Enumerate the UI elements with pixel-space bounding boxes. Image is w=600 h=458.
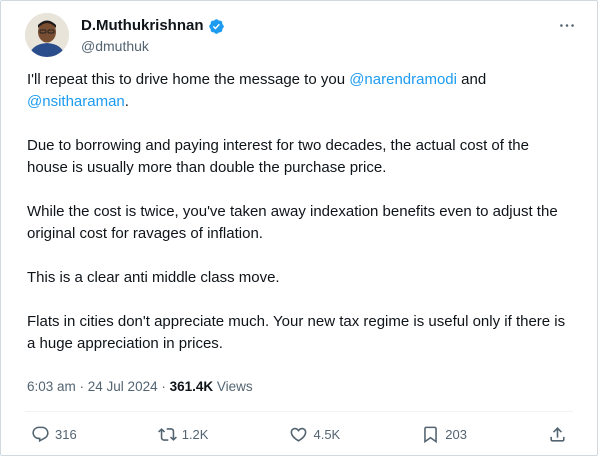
tweet-header: D.Muthukrishnan @dmuthuk [25,13,577,59]
like-count: 4.5K [313,426,341,442]
avatar[interactable] [25,13,69,57]
more-options-icon[interactable] [557,15,577,35]
share-icon [550,426,565,442]
tweet-card: D.Muthukrishnan @dmuthuk I'll repeat thi… [0,0,598,456]
author-display-name[interactable]: D.Muthukrishnan [81,17,204,35]
retweet-button[interactable]: 1.2K [157,425,209,444]
tweet-date[interactable]: 24 Jul 2024 [88,379,158,394]
retweet-icon [157,427,177,441]
views-label: Views [213,379,253,394]
meta-separator: · [75,379,88,394]
verified-badge-icon [208,18,225,35]
mention-nsitharaman[interactable]: @nsitharaman [27,93,125,110]
tweet-text-segment: I'll repeat this to drive home the messa… [27,71,350,88]
tweet-text-segment: and [457,71,487,88]
like-button[interactable]: 4.5K [289,425,340,444]
reply-button[interactable]: 316 [31,425,77,444]
reply-icon [32,426,49,442]
tweet-meta: 6:03 am · 24 Jul 2024 · 361.4K Views [27,378,253,396]
display-name-row: D.Muthukrishnan [81,17,225,35]
action-bar: 316 1.2K 4.5K 203 [31,422,567,446]
bookmark-count: 203 [445,426,467,442]
tweet-paragraph-4: This is a clear anti middle class move. [27,269,280,286]
reply-count: 316 [55,426,77,442]
share-button[interactable] [548,425,567,444]
meta-separator: · [157,379,170,394]
avatar-image [25,13,69,57]
views-count: 361.4K [169,379,214,394]
like-icon [291,427,307,442]
author-handle[interactable]: @dmuthuk [81,38,225,55]
tweet-text: I'll repeat this to drive home the messa… [27,69,567,377]
divider [25,411,573,412]
author-names: D.Muthukrishnan @dmuthuk [81,17,225,55]
mention-narendramodi[interactable]: @narendramodi [349,71,457,88]
bookmark-icon [424,426,438,443]
tweet-text-segment: . [124,93,129,110]
tweet-time[interactable]: 6:03 am [27,379,76,394]
bookmark-button[interactable]: 203 [421,425,467,444]
retweet-count: 1.2K [181,426,209,442]
tweet-paragraph-5: Flats in cities don't appreciate much. Y… [27,313,566,352]
tweet-paragraph-2: Due to borrowing and paying interest for… [27,137,529,176]
tweet-paragraph-1: I'll repeat this to drive home the messa… [27,69,567,113]
tweet-paragraph-3: While the cost is twice, you've taken aw… [27,203,558,242]
